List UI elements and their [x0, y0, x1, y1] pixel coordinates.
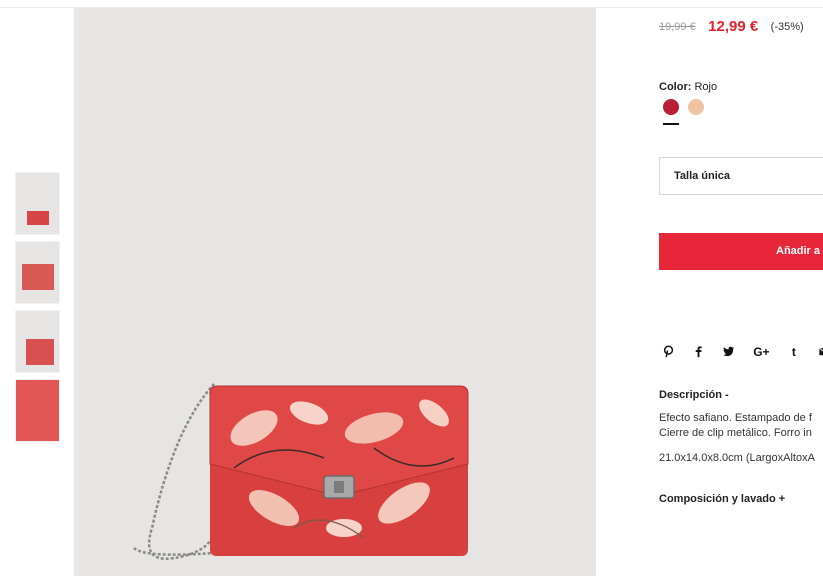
- discount-badge: (-35%): [770, 20, 804, 33]
- handbag-illustration: [133, 383, 469, 561]
- color-swatch-beige[interactable]: [688, 99, 704, 115]
- share-bar: G+ t: [661, 343, 823, 359]
- thumbnail-4[interactable]: [15, 379, 60, 442]
- dimensions-text: 21.0x14.0x8.0cm (LargoxAltoxA: [659, 452, 815, 464]
- facebook-icon[interactable]: [691, 345, 705, 359]
- old-price: 19,99 €: [659, 20, 696, 33]
- pinterest-icon[interactable]: [661, 345, 675, 359]
- add-to-cart-button[interactable]: Añadir a: [659, 233, 823, 270]
- thumbnail-2[interactable]: [15, 241, 60, 304]
- thumbnail-gallery: [15, 172, 61, 448]
- description-toggle[interactable]: Descripción -: [659, 389, 729, 401]
- color-label: Color: Rojo: [659, 81, 717, 93]
- color-swatch-red[interactable]: [663, 99, 679, 115]
- description-text-line-2: Cierre de clip metálico. Forro in: [659, 427, 812, 439]
- product-details-panel: 19,99 € 12,99 € (-35%) Color: Rojo Talla…: [659, 0, 823, 576]
- thumbnail-1[interactable]: [15, 172, 60, 235]
- color-value: Rojo: [694, 81, 718, 93]
- description-text-line-1: Efecto safiano. Estampado de f: [659, 412, 812, 424]
- google-plus-icon[interactable]: G+: [752, 345, 770, 359]
- twitter-icon[interactable]: [722, 345, 736, 359]
- sale-price: 12,99 €: [708, 18, 759, 36]
- tumblr-icon[interactable]: t: [787, 345, 801, 359]
- price-row: 19,99 € 12,99 € (-35%): [659, 18, 804, 36]
- size-select[interactable]: Talla única: [659, 157, 823, 195]
- selected-swatch-indicator: [663, 123, 679, 125]
- color-label-title: Color:: [659, 81, 692, 93]
- product-image[interactable]: [74, 8, 596, 576]
- email-icon[interactable]: [817, 345, 823, 359]
- thumbnail-3[interactable]: [15, 310, 60, 373]
- composition-toggle[interactable]: Composición y lavado +: [659, 493, 785, 505]
